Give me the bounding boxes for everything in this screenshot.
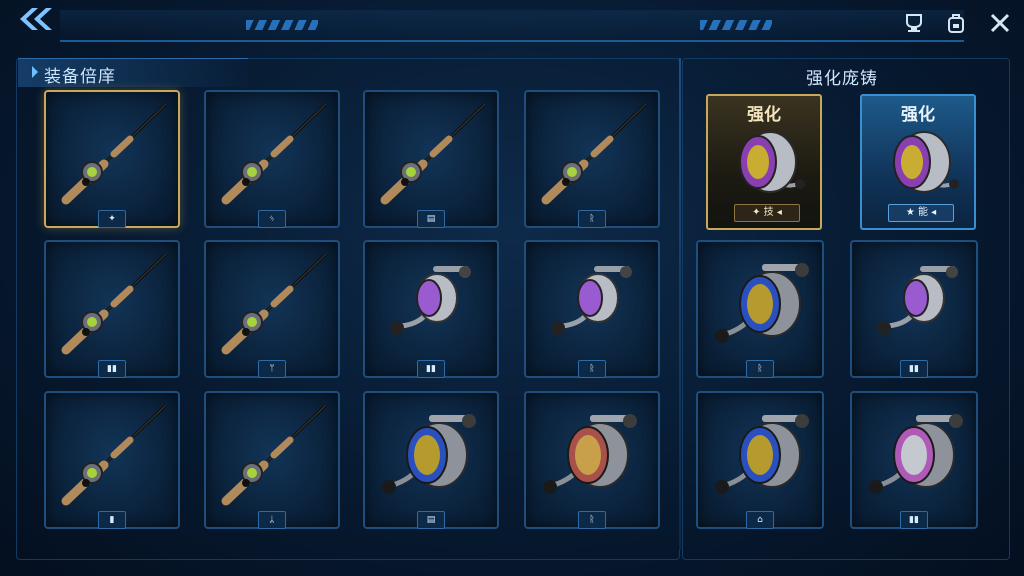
fishing-rod-icon: [221, 102, 328, 205]
back-button[interactable]: [14, 4, 56, 34]
enhance-slot[interactable]: ᚱ: [696, 240, 824, 378]
enhance-card-plate: ✦ 技 ◂: [734, 204, 800, 222]
enhance-slot[interactable]: ⌂: [696, 391, 824, 529]
slot-tag: ᚱ: [578, 210, 606, 228]
fishing-rod-icon: [221, 403, 328, 506]
fishing-rod-icon: [61, 403, 168, 506]
equipment-slot[interactable]: ▤: [363, 391, 499, 529]
equipment-slot[interactable]: ᛘ: [204, 240, 340, 378]
double-chevron-left-icon: [20, 8, 52, 30]
equipment-slot[interactable]: ᚱ: [524, 90, 660, 228]
enhance-featured-card[interactable]: 强化 ★ 能 ◂: [860, 94, 976, 230]
enhance-card-plate: ★ 能 ◂: [888, 204, 954, 222]
slot-tag: ▮▮: [98, 360, 126, 378]
slot-tag: ▤: [417, 210, 445, 228]
equipment-slot[interactable]: ▮▮: [363, 240, 499, 378]
backpack-icon: [948, 14, 964, 33]
slot-tag: ᛦ: [258, 511, 286, 529]
panel-divider: [679, 58, 681, 550]
equipment-slot[interactable]: ▮: [44, 391, 180, 529]
large-reel-icon: [382, 414, 476, 494]
slot-tag: ᛘ: [258, 360, 286, 378]
trophy-cup-icon: [906, 14, 922, 32]
backpack-button[interactable]: [944, 12, 968, 34]
equipment-slot[interactable]: ▮▮: [44, 240, 180, 378]
enhance-slot[interactable]: ▮▮: [850, 391, 978, 529]
slot-tag: ᚱ: [746, 360, 774, 378]
trophy-cup-button[interactable]: [902, 12, 926, 34]
spinning-reel-icon: [877, 266, 958, 335]
slot-tag: ▮▮: [900, 360, 928, 378]
title-arrow-icon: [32, 66, 38, 78]
slot-tag: ▤: [417, 511, 445, 529]
slot-tag: ᚱ: [578, 511, 606, 529]
slot-tag: ▮: [98, 511, 126, 529]
spinning-reel-icon: [551, 266, 632, 335]
large-reel-icon: [715, 414, 809, 494]
fishing-rod-icon: [221, 252, 328, 355]
slot-tag: ▮▮: [900, 511, 928, 529]
fishing-rod-icon: [541, 102, 648, 205]
fishing-rod-icon: [61, 102, 168, 205]
enhance-slot[interactable]: ▮▮: [850, 240, 978, 378]
spinning-reel-icon: [390, 266, 471, 335]
enhance-panel-title: 强化庞铸: [806, 69, 878, 89]
equipment-slot[interactable]: ᚱ: [524, 391, 660, 529]
large-reel-icon: [543, 414, 637, 494]
close-icon: [990, 13, 1010, 33]
equipment-slot[interactable]: ᚱ: [524, 240, 660, 378]
top-bar: [0, 0, 1024, 44]
equipment-panel-title: 装备倍庠: [44, 67, 116, 87]
reel-icon: [739, 131, 805, 193]
fishing-rod-icon: [380, 102, 487, 205]
close-button[interactable]: [988, 12, 1012, 34]
slot-tag: ᚱ: [578, 360, 606, 378]
top-bar-band: [60, 10, 964, 42]
equipment-slot[interactable]: ✦: [44, 90, 180, 228]
enhance-featured-card[interactable]: 强化 ✦ 技 ◂: [706, 94, 822, 230]
decor-stripes-left: [246, 20, 318, 30]
slot-tag: ⌂: [746, 511, 774, 529]
equipment-slot[interactable]: ▤: [363, 90, 499, 228]
equipment-slot[interactable]: ᛦ: [204, 391, 340, 529]
decor-stripes-right: [700, 20, 772, 30]
equipment-slot[interactable]: ᛃ: [204, 90, 340, 228]
slot-tag: ✦: [98, 210, 126, 228]
slot-tag: ᛃ: [258, 210, 286, 228]
fishing-rod-icon: [61, 252, 168, 355]
large-reel-icon: [715, 263, 809, 343]
slot-tag: ▮▮: [417, 360, 445, 378]
reel-icon: [893, 131, 959, 193]
large-reel-icon: [869, 414, 963, 494]
